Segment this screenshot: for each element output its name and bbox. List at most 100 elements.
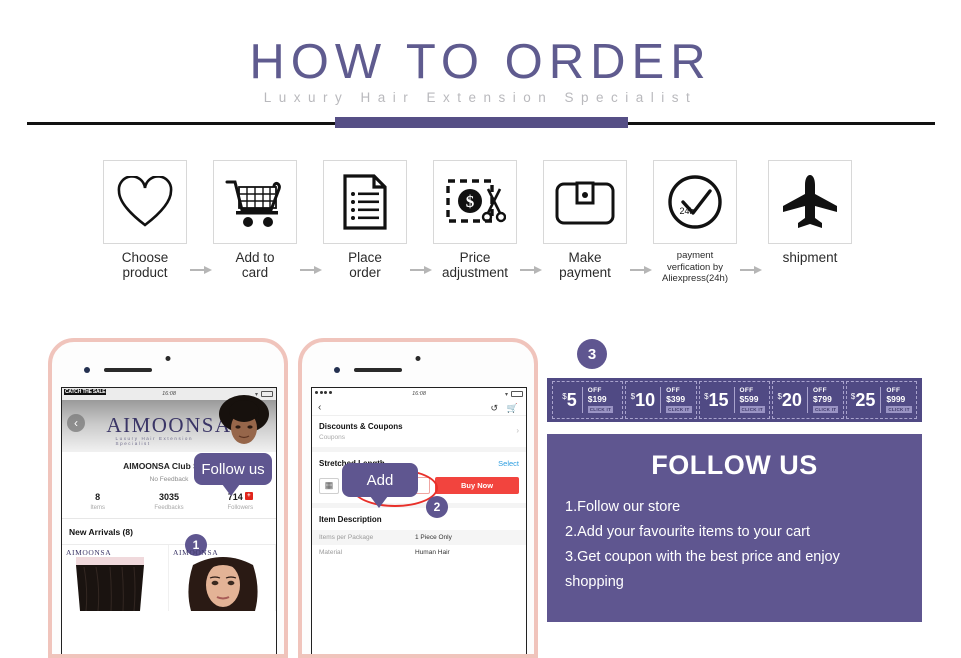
add-callout-text: Add [366,471,394,489]
statusbar-time: 16:08 [162,391,176,397]
phone2-navbar: ‹ ↺ 🛒 [312,400,526,416]
step-label: Place order [323,250,407,280]
step-add-to-card: Add to card [213,160,297,280]
clock-24h-label: 24h [679,206,694,216]
desc-key: Material [319,549,343,556]
follow-step-1: 1.Follow our store [565,499,681,515]
coupon-amount: $15 [704,391,728,409]
phone-sensor-icon [415,356,421,361]
phone-sensor-icon [165,356,171,361]
discounts-coupons-section[interactable]: Discounts & Coupons Coupons › [312,416,526,452]
coupon-item[interactable]: $20 OFF $799 CLICK IT [772,381,844,419]
step-icon-box [323,160,407,244]
airplane-icon [783,175,837,228]
step-label-line1: shipment [782,250,838,265]
follow-us-steps: 1.Follow our store 2.Add your favourite … [547,481,922,595]
order-steps: Choose product Add to card Place order $… [0,160,961,300]
product-card[interactable]: AIMOONSA [169,545,276,611]
store-stats: 8 Items 3035 Feedbacks 714 + Followers [62,483,276,519]
wallet-icon [555,181,615,225]
battery-icon [511,391,523,397]
coupon-min-spend: $999 [886,394,906,404]
coupon-bar: $5 OFF $199 CLICK IT $10 OFF $399 CLICK … [547,378,922,422]
step-icon-box [543,160,627,244]
stat-label: Followers [227,505,254,511]
step-arrow [300,265,322,275]
step-arrow [190,265,212,275]
coupon-details: OFF $599 CLICK IT [733,387,765,413]
step-label-line2: product [122,265,168,280]
coupon-item[interactable]: $25 OFF $999 CLICK IT [845,381,918,419]
phone-speaker-icon [354,368,402,372]
step-label-line2: adjustment [441,265,509,280]
coupon-amount-value: 5 [566,390,577,410]
phone-camera-icon [334,367,340,373]
step-label-line3: Aliexpress(24h) [662,273,728,284]
discounts-title: Discounts & Coupons [319,422,403,431]
heart-icon [117,176,173,227]
step-label: Choose product [103,250,187,280]
store-icon[interactable]: ▦ [319,477,339,494]
step-label: payment verfication by Aliexpress(24h) [653,250,737,285]
coupon-item[interactable]: $15 OFF $599 CLICK IT [698,381,771,419]
step-icon-box: $ [433,160,517,244]
coupon-off-label: OFF [739,387,754,394]
step-label-line1: Choose [121,250,169,265]
coupon-click-it-button[interactable]: CLICK IT [587,406,614,413]
desc-value: 1 Piece Only [415,534,452,541]
back-icon[interactable]: ‹ [318,402,321,413]
step-icon-box: 24h [653,160,737,244]
page-title: HOW TO ORDER [249,35,712,89]
step-label-line1: Add to [235,250,275,265]
table-row: Items per Package 1 Piece Only [312,530,526,545]
model-photo [219,395,269,444]
coupon-details: OFF $799 CLICK IT [806,387,839,413]
follow-us-panel: FOLLOW US 1.Follow our store 2.Add your … [547,434,922,622]
product-grid: AIMOONSA AIMOONSA [62,545,276,611]
step-label-line1: Price [459,250,491,265]
desc-key: Items per Package [319,534,374,541]
coupon-click-it-button[interactable]: CLICK IT [812,406,839,413]
coupon-click-it-button[interactable]: CLICK IT [666,406,692,413]
chevron-right-icon[interactable]: › [516,426,519,435]
step-arrow [520,265,542,275]
step-label-line2: verfication by [667,261,723,273]
coupon-off-label: OFF [812,387,827,394]
sale-banner-text: CATCH THE SALE [64,389,107,395]
follow-plus-badge[interactable]: + [244,492,253,500]
step-icon-box [768,160,852,244]
step-label: Make payment [543,250,627,280]
share-icon[interactable]: ↺ [490,403,498,414]
step-badge-2: 2 [426,496,448,518]
coupon-click-it-button[interactable]: CLICK IT [739,406,765,413]
coupon-item[interactable]: $10 OFF $399 CLICK IT [625,381,697,419]
phone2-statusbar: 16:08 ▾ [312,388,526,400]
step-label: Price adjustment [433,250,517,280]
back-icon[interactable]: ‹ [67,414,85,432]
step-icon-box [103,160,187,244]
step-arrow [630,265,652,275]
follow-us-title: FOLLOW US [651,450,818,480]
coupon-amount: $10 [631,391,655,409]
coupon-off-label: OFF [666,387,681,394]
stat-value: 714 + [205,492,276,502]
coupon-off-label: OFF [886,387,901,394]
wifi-icon: ▾ [504,392,508,398]
coupon-amount: $20 [777,391,801,409]
step-badge-3: 3 [577,339,607,369]
product-watermark: AIMOONSA [66,548,112,557]
cart-icon[interactable]: 🛒 [507,403,518,414]
stat-followers[interactable]: 714 + Followers [205,492,276,511]
buy-now-button[interactable]: Buy Now [435,477,519,494]
coupon-min-spend: $599 [739,394,759,404]
phone-mockup-product: 16:08 ▾ ‹ ↺ 🛒 Discounts & Coupons Coupon… [298,338,538,658]
coupon-item[interactable]: $5 OFF $199 CLICK IT [552,381,624,419]
coupon-amount-value: 10 [635,390,656,410]
select-link[interactable]: Select [498,459,519,468]
step-arrow [410,265,432,275]
step-label: shipment [768,250,852,265]
product-card[interactable]: AIMOONSA [62,545,169,611]
coupon-click-it-button[interactable]: CLICK IT [886,406,912,413]
coupon-amount: $25 [851,391,875,409]
phone1-screen: CATCH THE SALE 16:08 ▾ ‹ AIMOONSA Luxury… [61,387,277,654]
